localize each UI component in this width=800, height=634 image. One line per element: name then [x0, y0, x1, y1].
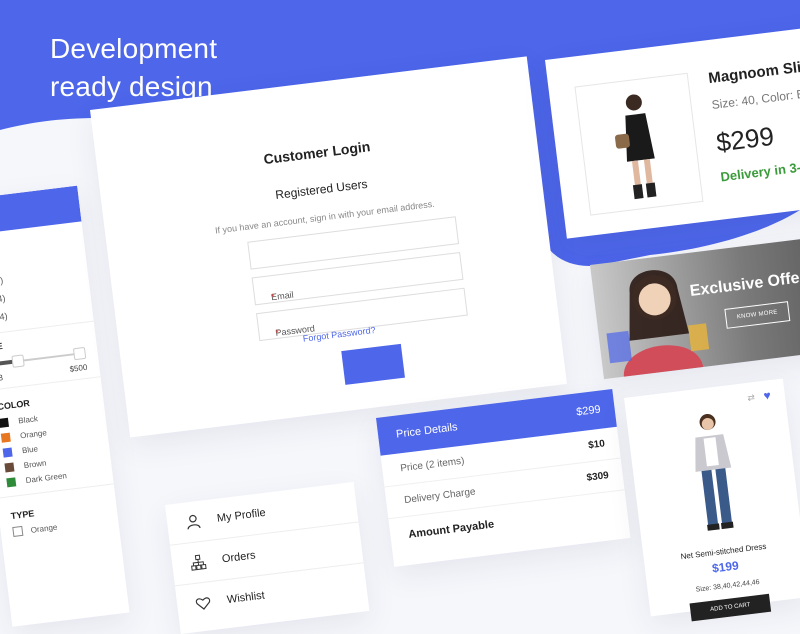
slider-min-handle[interactable]: [11, 354, 25, 368]
required-mark: *: [270, 291, 276, 303]
amount-payable-label: Amount Payable: [407, 518, 495, 541]
heart-icon: [195, 597, 211, 610]
color-swatch: [2, 447, 13, 458]
orders-icon: [191, 554, 207, 571]
customer-login-card: Customer Login Registered Users If you h…: [90, 56, 567, 438]
color-swatch: [4, 462, 15, 473]
account-menu: My Profile Orders Wishlist: [165, 481, 370, 634]
color-swatch: [6, 477, 17, 488]
price-row-label: Price (2 items): [399, 455, 466, 475]
user-icon: [187, 514, 201, 530]
product-image[interactable]: [666, 403, 761, 540]
product-summary-card: Magnoom Slim Size: 40, Color: Bla $299 D…: [545, 24, 800, 239]
price-details-card: Price Details $299 Price (2 items) $10 D…: [376, 388, 631, 567]
color-label: Blue: [21, 444, 39, 456]
product-price: $299: [714, 120, 776, 158]
menu-item-label: Orders: [221, 549, 257, 566]
price-row-label: Delivery Charge: [403, 486, 477, 507]
wishlist-heart-icon[interactable]: ♥: [763, 388, 772, 403]
price-details-title: Price Details: [395, 421, 459, 441]
price-row-value: $10: [587, 438, 606, 452]
product-card[interactable]: ⇄ ♥ Net Semi-stitched Dress $199 Size: 3…: [624, 378, 800, 622]
checkbox[interactable]: [12, 525, 24, 537]
color-label: Black: [17, 414, 39, 426]
product-image[interactable]: [574, 72, 704, 216]
price-min-value: 23: [0, 373, 4, 384]
price-details-value: $299: [575, 403, 602, 419]
color-label: Orange: [19, 428, 48, 441]
login-submit-button[interactable]: [341, 343, 405, 385]
color-swatch: [0, 417, 9, 428]
color-label: Dark Green: [25, 471, 68, 486]
menu-item-label: My Profile: [216, 506, 267, 525]
add-to-cart-button[interactable]: ADD TO CART: [689, 593, 772, 622]
compare-icon[interactable]: ⇄: [747, 392, 756, 404]
price-row-value: $309: [585, 470, 610, 484]
product-name[interactable]: Magnoom Slim: [707, 57, 800, 87]
product-meta: Size: 40, Color: Bla: [710, 85, 800, 112]
hero-title-line1: Development: [50, 33, 218, 64]
menu-item-label: Wishlist: [226, 589, 266, 607]
type-label: Orange: [30, 522, 58, 535]
color-label: Brown: [23, 458, 47, 471]
price-max-value: $500: [69, 362, 88, 374]
color-swatch: [0, 432, 11, 443]
slider-max-handle[interactable]: [72, 346, 87, 361]
hero-title: Development ready design: [50, 30, 217, 106]
delivery-estimate: Delivery in 3-4: [719, 158, 800, 185]
